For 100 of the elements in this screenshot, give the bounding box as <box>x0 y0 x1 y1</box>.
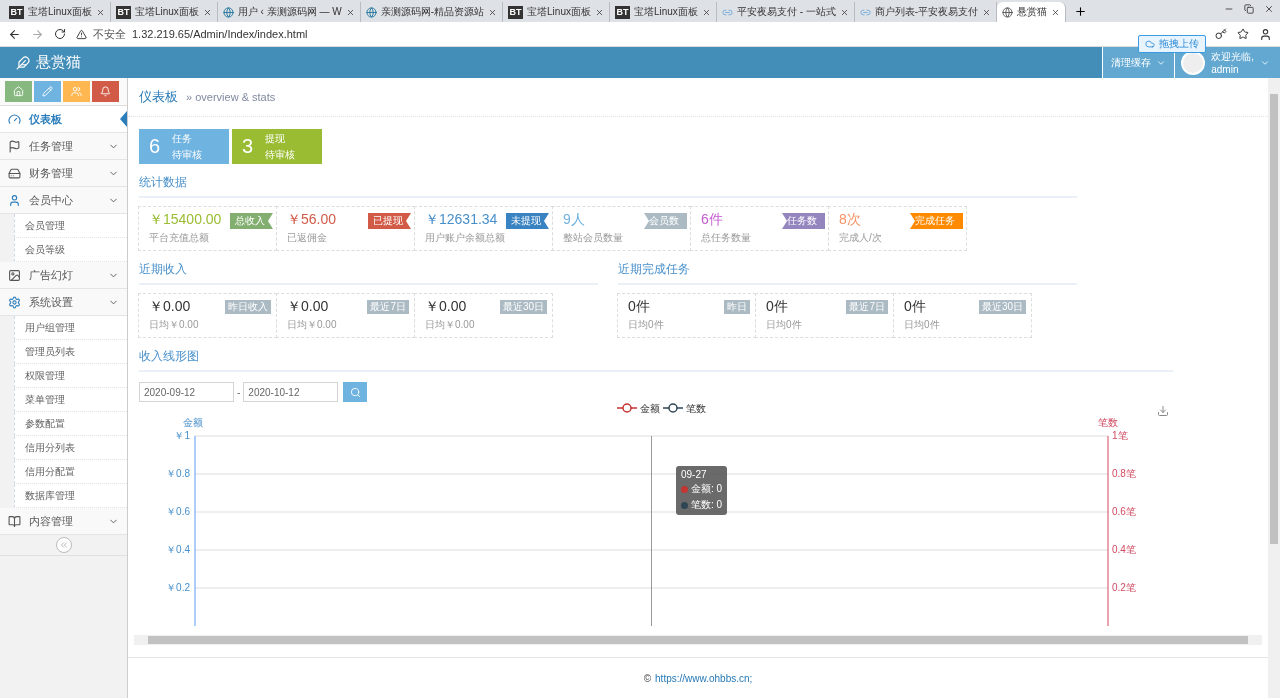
pencil-icon <box>42 86 53 97</box>
stat-caption: 日均0件 <box>628 318 665 332</box>
stat-caption: 用户账户余额总额 <box>425 231 506 245</box>
date-field[interactable]: 2020-09-12 <box>139 382 234 402</box>
submenu-item[interactable]: 会员等级 <box>14 238 127 262</box>
stat-ribbon: 任务数 <box>782 213 825 229</box>
double-chevron-icon <box>58 540 69 550</box>
submenu-item[interactable]: 信用分配置 <box>14 460 127 484</box>
copyright-sign: © <box>643 672 652 684</box>
stat-ribbon: 会员数 <box>644 213 687 229</box>
stat-value: ￥15400.00 <box>149 211 222 229</box>
back-icon[interactable] <box>8 27 21 41</box>
menu-item[interactable]: 会员中心 <box>0 187 127 214</box>
stat-caption: 总任务数量 <box>701 231 752 245</box>
stat-value: 0件 <box>766 298 788 316</box>
restore-icon[interactable] <box>1244 4 1254 14</box>
stat-value: 9人 <box>563 211 585 229</box>
reload-icon[interactable] <box>54 28 66 40</box>
tick-label: 0.4笔 <box>1112 544 1136 555</box>
horizontal-scrollbar[interactable] <box>134 635 1262 645</box>
new-tab-icon[interactable] <box>1074 5 1088 18</box>
url-field[interactable]: 1.32.219.65/Admin/Index/index.html <box>132 28 308 40</box>
stat-caption: 日均￥0.00 <box>287 318 338 332</box>
upload-button[interactable]: 拖拽上传 <box>1138 35 1206 53</box>
close-icon[interactable] <box>202 7 212 17</box>
browser-tab[interactable]: 悬赏猫 <box>997 2 1067 22</box>
stat-ribbon: 总收入 <box>230 213 273 229</box>
key-icon[interactable] <box>1215 28 1227 40</box>
section-title: 近期收入 <box>139 251 598 285</box>
bt-icon: BT <box>508 5 524 19</box>
close-icon[interactable] <box>839 7 849 17</box>
tick-label: 0.6笔 <box>1112 506 1136 517</box>
stat-caption: 日均0件 <box>766 318 803 332</box>
footer-link[interactable]: https://www.ohbbs.cn; <box>655 672 753 684</box>
close-icon[interactable] <box>594 7 604 17</box>
globe-icon <box>1002 6 1014 18</box>
period-label: 最近30日 <box>499 300 547 314</box>
axis-title: 金额 <box>183 417 203 428</box>
search-icon <box>349 386 361 398</box>
menu-item[interactable]: 任务管理 <box>0 133 127 160</box>
stat-caption: 完成人/次 <box>839 231 883 245</box>
period-label: 最近7日 <box>846 300 888 314</box>
security-label: 不安全 <box>93 26 126 42</box>
submenu-item[interactable]: 管理员列表 <box>14 340 127 364</box>
tick-label: ￥0.4 <box>166 544 190 555</box>
tick-label: ￥1 <box>174 430 190 441</box>
menu-item[interactable]: 内容管理 <box>0 508 127 535</box>
stat-caption: 日均￥0.00 <box>149 318 200 332</box>
book-icon <box>8 514 21 528</box>
legend-label[interactable]: 金额 <box>640 403 660 414</box>
section-title: 近期完成任务 <box>618 251 1077 285</box>
submenu-item[interactable]: 信用分列表 <box>14 436 127 460</box>
users-icon <box>71 86 82 97</box>
stat-value: ￥0.00 <box>149 298 191 316</box>
submenu-item[interactable]: 权限管理 <box>14 364 127 388</box>
close-icon[interactable] <box>1264 4 1274 14</box>
settings-icon <box>8 295 21 309</box>
close-icon[interactable] <box>488 7 498 17</box>
home-icon <box>13 86 24 97</box>
menu-item[interactable]: 广告幻灯 <box>0 262 127 289</box>
cloud-icon <box>1145 39 1155 49</box>
page-subtitle: » overview & stats <box>186 91 276 103</box>
submenu-item[interactable]: 会员管理 <box>14 214 127 238</box>
date-field[interactable]: 2020-10-12 <box>243 382 339 402</box>
star-icon[interactable] <box>1237 28 1249 40</box>
profile-icon[interactable] <box>1259 27 1272 41</box>
gauge-icon <box>8 112 21 126</box>
stat-caption: 平台充值总额 <box>149 231 210 245</box>
close-icon[interactable] <box>701 7 711 17</box>
download-icon[interactable] <box>1157 405 1169 417</box>
stat-value: ￥12631.34 <box>425 211 498 229</box>
period-label: 最近30日 <box>978 300 1026 314</box>
menu-item[interactable]: 系统设置 <box>0 289 127 316</box>
stat-caption: 日均0件 <box>904 318 941 332</box>
submenu-item[interactable]: 数据库管理 <box>14 484 127 508</box>
user-icon <box>8 193 21 207</box>
bell-icon <box>100 86 111 97</box>
stat-value: ￥0.00 <box>287 298 329 316</box>
menu-item[interactable]: 财务管理 <box>0 160 127 187</box>
close-icon[interactable] <box>982 7 992 17</box>
tick-label: 0.8笔 <box>1112 468 1136 479</box>
submenu-item[interactable]: 用户组管理 <box>14 316 127 340</box>
vertical-scrollbar[interactable] <box>1268 78 1280 698</box>
menu-item[interactable]: 仪表板 <box>0 106 127 133</box>
stat-value: 0件 <box>904 298 926 316</box>
bt-icon: BT <box>614 5 630 19</box>
stat-value: 8次 <box>839 211 861 229</box>
axis-title: 笔数 <box>1098 417 1118 428</box>
stat-value: ￥0.00 <box>425 298 467 316</box>
bt-icon: BT <box>115 5 131 19</box>
submenu-item[interactable]: 菜单管理 <box>14 388 127 412</box>
page-title: 仪表板 <box>139 88 178 106</box>
stat-value: ￥56.00 <box>287 211 337 229</box>
shortcut-button[interactable] <box>92 81 119 102</box>
close-icon[interactable] <box>1051 7 1061 17</box>
close-icon[interactable] <box>345 7 355 17</box>
legend-label[interactable]: 笔数 <box>686 403 706 414</box>
stat-caption: 已返佣金 <box>287 231 328 245</box>
submenu-item[interactable]: 参数配置 <box>14 412 127 436</box>
close-icon[interactable] <box>95 7 105 17</box>
